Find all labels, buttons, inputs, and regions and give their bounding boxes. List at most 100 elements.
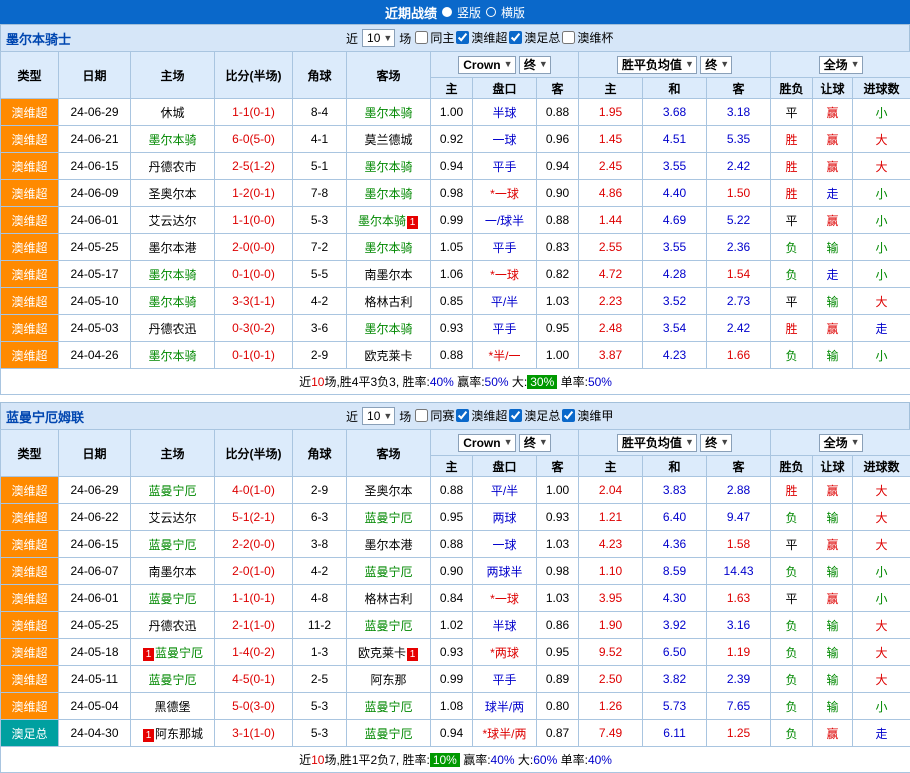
avg-time-select[interactable]: 终▼ bbox=[700, 56, 732, 74]
team-name[interactable]: 墨尔本骑士 bbox=[1, 29, 346, 48]
score-cell[interactable]: 4-5(0-1) bbox=[215, 666, 293, 693]
matches-count-select[interactable]: 10▼ bbox=[362, 29, 395, 47]
home-team-cell[interactable]: 墨尔本骑 bbox=[131, 342, 215, 369]
away-team-cell[interactable]: 墨尔本骑 bbox=[347, 153, 431, 180]
checkbox-input[interactable] bbox=[456, 409, 469, 422]
vertical-layout-radio[interactable] bbox=[442, 7, 452, 17]
score-cell[interactable]: 1-1(0-0) bbox=[215, 207, 293, 234]
home-team-cell[interactable]: 墨尔本港 bbox=[131, 234, 215, 261]
away-team-cell[interactable]: 格林古利 bbox=[347, 585, 431, 612]
home-team-cell[interactable]: 1阿东那城 bbox=[131, 720, 215, 747]
league-cell[interactable]: 澳维超 bbox=[1, 531, 59, 558]
filter-checkbox[interactable]: 澳足总 bbox=[509, 407, 560, 424]
home-team-cell[interactable]: 墨尔本骑 bbox=[131, 288, 215, 315]
filter-checkbox[interactable]: 同赛 bbox=[415, 407, 454, 424]
away-team-cell[interactable]: 蓝曼宁厄 bbox=[347, 504, 431, 531]
filter-checkbox[interactable]: 澳足总 bbox=[509, 29, 560, 46]
away-team-cell[interactable]: 墨尔本骑1 bbox=[347, 207, 431, 234]
odds-time-select[interactable]: 终▼ bbox=[519, 434, 551, 452]
away-team-cell[interactable]: 欧克莱卡1 bbox=[347, 639, 431, 666]
home-team-cell[interactable]: 圣奥尔本 bbox=[131, 180, 215, 207]
checkbox-input[interactable] bbox=[509, 409, 522, 422]
away-team-cell[interactable]: 莫兰德城 bbox=[347, 126, 431, 153]
league-cell[interactable]: 澳维超 bbox=[1, 234, 59, 261]
league-cell[interactable]: 澳维超 bbox=[1, 126, 59, 153]
league-cell[interactable]: 澳维超 bbox=[1, 342, 59, 369]
league-cell[interactable]: 澳维超 bbox=[1, 261, 59, 288]
league-cell[interactable]: 澳维超 bbox=[1, 153, 59, 180]
home-team-cell[interactable]: 蓝曼宁厄 bbox=[131, 585, 215, 612]
home-team-cell[interactable]: 蓝曼宁厄 bbox=[131, 477, 215, 504]
away-team-cell[interactable]: 墨尔本骑 bbox=[347, 180, 431, 207]
away-team-cell[interactable]: 蓝曼宁厄 bbox=[347, 612, 431, 639]
away-team-cell[interactable]: 欧克莱卡 bbox=[347, 342, 431, 369]
checkbox-input[interactable] bbox=[456, 31, 469, 44]
home-team-cell[interactable]: 休城 bbox=[131, 99, 215, 126]
league-cell[interactable]: 澳维超 bbox=[1, 666, 59, 693]
checkbox-input[interactable] bbox=[415, 31, 428, 44]
avg-odds-select[interactable]: 胜平负均值▼ bbox=[617, 56, 697, 74]
vertical-layout-label[interactable]: 竖版 bbox=[457, 4, 481, 21]
league-cell[interactable]: 澳维超 bbox=[1, 612, 59, 639]
league-cell[interactable]: 澳维超 bbox=[1, 99, 59, 126]
away-team-cell[interactable]: 墨尔本骑 bbox=[347, 99, 431, 126]
league-cell[interactable]: 澳维超 bbox=[1, 477, 59, 504]
league-cell[interactable]: 澳维超 bbox=[1, 180, 59, 207]
league-cell[interactable]: 澳足总 bbox=[1, 720, 59, 747]
league-cell[interactable]: 澳维超 bbox=[1, 639, 59, 666]
score-cell[interactable]: 1-4(0-2) bbox=[215, 639, 293, 666]
score-cell[interactable]: 3-3(1-1) bbox=[215, 288, 293, 315]
away-team-cell[interactable]: 蓝曼宁厄 bbox=[347, 720, 431, 747]
score-cell[interactable]: 5-0(3-0) bbox=[215, 693, 293, 720]
away-team-cell[interactable]: 墨尔本港 bbox=[347, 531, 431, 558]
league-cell[interactable]: 澳维超 bbox=[1, 558, 59, 585]
filter-checkbox[interactable]: 同主 bbox=[415, 29, 454, 46]
avg-time-select[interactable]: 终▼ bbox=[700, 434, 732, 452]
league-cell[interactable]: 澳维超 bbox=[1, 207, 59, 234]
score-cell[interactable]: 0-1(0-0) bbox=[215, 261, 293, 288]
score-cell[interactable]: 2-0(1-0) bbox=[215, 558, 293, 585]
score-cell[interactable]: 6-0(5-0) bbox=[215, 126, 293, 153]
score-cell[interactable]: 4-0(1-0) bbox=[215, 477, 293, 504]
away-team-cell[interactable]: 南墨尔本 bbox=[347, 261, 431, 288]
league-cell[interactable]: 澳维超 bbox=[1, 288, 59, 315]
home-team-cell[interactable]: 丹德农迅 bbox=[131, 315, 215, 342]
matches-count-select[interactable]: 10▼ bbox=[362, 407, 395, 425]
score-cell[interactable]: 0-3(0-2) bbox=[215, 315, 293, 342]
score-cell[interactable]: 2-1(1-0) bbox=[215, 612, 293, 639]
checkbox-input[interactable] bbox=[415, 409, 428, 422]
home-team-cell[interactable]: 1蓝曼宁厄 bbox=[131, 639, 215, 666]
league-cell[interactable]: 澳维超 bbox=[1, 504, 59, 531]
league-cell[interactable]: 澳维超 bbox=[1, 585, 59, 612]
home-team-cell[interactable]: 蓝曼宁厄 bbox=[131, 531, 215, 558]
filter-checkbox[interactable]: 澳维杯 bbox=[562, 29, 613, 46]
score-cell[interactable]: 3-1(1-0) bbox=[215, 720, 293, 747]
horizontal-layout-radio[interactable] bbox=[486, 7, 496, 17]
home-team-cell[interactable]: 丹德农迅 bbox=[131, 612, 215, 639]
scope-select[interactable]: 全场▼ bbox=[819, 56, 863, 74]
score-cell[interactable]: 1-1(0-1) bbox=[215, 585, 293, 612]
checkbox-input[interactable] bbox=[562, 31, 575, 44]
horizontal-layout-label[interactable]: 横版 bbox=[501, 4, 525, 21]
home-team-cell[interactable]: 墨尔本骑 bbox=[131, 261, 215, 288]
score-cell[interactable]: 1-1(0-1) bbox=[215, 99, 293, 126]
home-team-cell[interactable]: 墨尔本骑 bbox=[131, 126, 215, 153]
checkbox-input[interactable] bbox=[509, 31, 522, 44]
away-team-cell[interactable]: 阿东那 bbox=[347, 666, 431, 693]
score-cell[interactable]: 0-1(0-1) bbox=[215, 342, 293, 369]
filter-checkbox[interactable]: 澳维超 bbox=[456, 407, 507, 424]
away-team-cell[interactable]: 蓝曼宁厄 bbox=[347, 693, 431, 720]
score-cell[interactable]: 2-5(1-2) bbox=[215, 153, 293, 180]
score-cell[interactable]: 5-1(2-1) bbox=[215, 504, 293, 531]
away-team-cell[interactable]: 蓝曼宁厄 bbox=[347, 558, 431, 585]
score-cell[interactable]: 2-2(0-0) bbox=[215, 531, 293, 558]
scope-select[interactable]: 全场▼ bbox=[819, 434, 863, 452]
home-team-cell[interactable]: 艾云达尔 bbox=[131, 207, 215, 234]
odds-time-select[interactable]: 终▼ bbox=[519, 56, 551, 74]
filter-checkbox[interactable]: 澳维甲 bbox=[562, 407, 613, 424]
league-cell[interactable]: 澳维超 bbox=[1, 315, 59, 342]
bookmaker-select[interactable]: Crown▼ bbox=[458, 56, 515, 74]
away-team-cell[interactable]: 墨尔本骑 bbox=[347, 234, 431, 261]
home-team-cell[interactable]: 艾云达尔 bbox=[131, 504, 215, 531]
home-team-cell[interactable]: 蓝曼宁厄 bbox=[131, 666, 215, 693]
